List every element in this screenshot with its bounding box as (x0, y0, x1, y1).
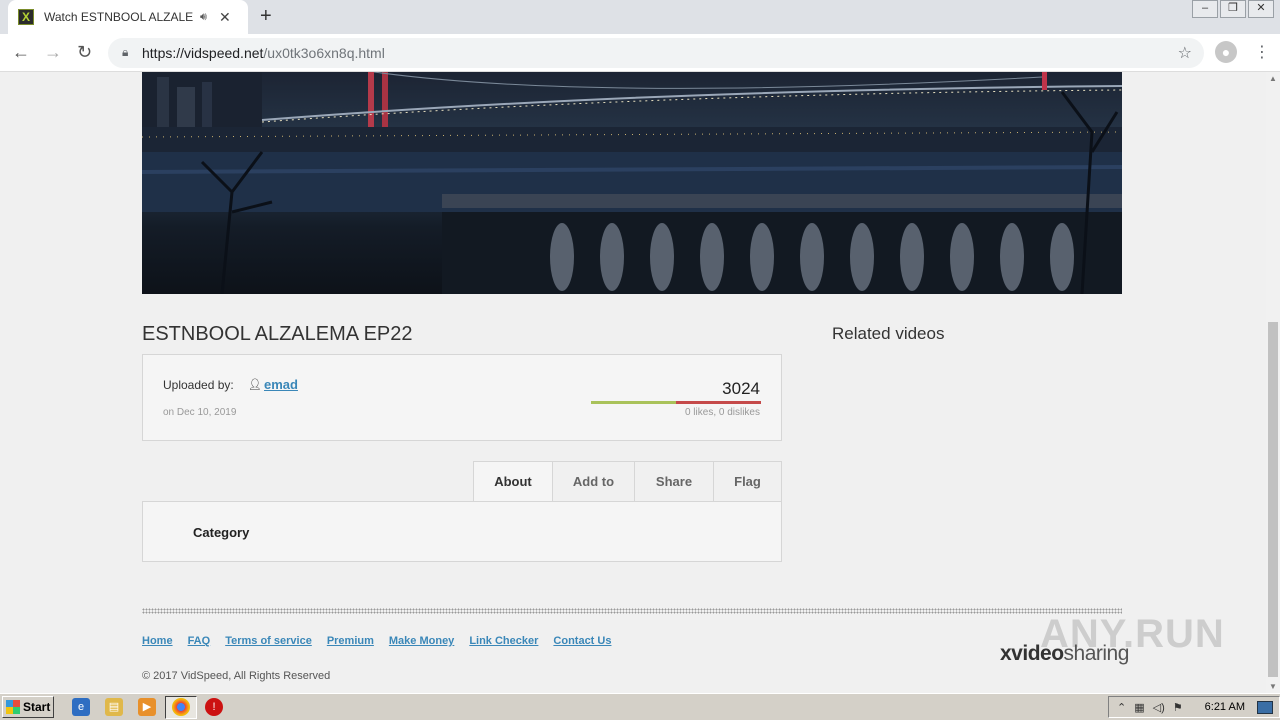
chrome-icon (172, 698, 190, 716)
avatar-icon[interactable]: ● (1215, 41, 1237, 63)
plus-icon[interactable]: + (260, 5, 272, 28)
star-icon[interactable]: ☆ (1178, 43, 1192, 63)
network-icon[interactable]: ▦ (1134, 701, 1144, 714)
tab-flag[interactable]: Flag (713, 461, 782, 502)
related-videos-heading: Related videos (832, 324, 945, 343)
x-logo-icon: X (18, 9, 34, 25)
arrow-right-icon[interactable]: → (44, 42, 62, 63)
rating-bar (591, 401, 761, 404)
media-player-icon[interactable]: ▶ (138, 698, 156, 716)
copyright-text: © 2017 VidSpeed, All Rights Reserved (142, 670, 331, 682)
brand-logo[interactable]: xvideosharing (1000, 642, 1129, 666)
windows-logo-icon (6, 700, 20, 714)
uploader-link[interactable]: emad (264, 377, 298, 392)
address-bar[interactable]: 🔒︎ https://vidspeed.net/ux0tk3o6xn8q.htm… (108, 38, 1204, 68)
page-viewport: ESTNBOOL ALZALEMA EP22 Related videos Up… (0, 72, 1266, 693)
reload-icon[interactable]: ↻ (77, 42, 92, 63)
video-frame-image (142, 72, 1122, 294)
browser-toolbar: ← → ↻ 🔒︎ https://vidspeed.net/ux0tk3o6xn… (0, 34, 1280, 72)
uploaded-by-label: Uploaded by: (163, 378, 234, 392)
folder-icon[interactable]: ▤ (105, 698, 123, 716)
close-icon[interactable]: ✕ (219, 9, 231, 26)
restore-button[interactable]: ❐ (1220, 0, 1246, 18)
footer-link-faq[interactable]: FAQ (188, 635, 211, 647)
tab-add-to[interactable]: Add to (552, 461, 634, 502)
page-scrollbar[interactable]: ▲ ▼ (1266, 72, 1280, 693)
ie-icon[interactable]: e (72, 698, 90, 716)
view-count: 3024 (722, 379, 760, 398)
category-label: Category (193, 525, 250, 540)
taskbar: Start e ▤ ▶ ! ⌃ ▦ ◁) ⚑ 6:21 AM (0, 693, 1280, 720)
user-icon: 👤︎ (248, 379, 262, 391)
scroll-thumb[interactable] (1268, 322, 1278, 677)
lock-icon: 🔒︎ (122, 45, 129, 59)
footer-divider (142, 608, 1122, 614)
flag-icon[interactable]: ⚑ (1173, 701, 1183, 714)
minimize-button[interactable]: – (1192, 0, 1218, 18)
video-tabs: About Add to Share Flag (473, 461, 782, 502)
tab-share[interactable]: Share (634, 461, 713, 502)
footer-link-terms[interactable]: Terms of service (225, 635, 312, 647)
chevron-up-icon[interactable]: ⌃ (1117, 701, 1126, 714)
arrow-left-icon[interactable]: ← (12, 42, 30, 63)
footer-link-home[interactable]: Home (142, 635, 173, 647)
video-player[interactable] (142, 72, 1122, 294)
footer-link-make-money[interactable]: Make Money (389, 635, 454, 647)
rating-bar-likes (591, 401, 676, 404)
url-text: https://vidspeed.net/ux0tk3o6xn8q.html (142, 45, 385, 61)
kebab-icon[interactable]: ⋮ (1254, 42, 1270, 62)
footer-link-premium[interactable]: Premium (327, 635, 374, 647)
tab-about[interactable]: About (473, 461, 552, 502)
clock: 6:21 AM (1204, 701, 1245, 713)
ratings-text: 0 likes, 0 dislikes (684, 407, 760, 418)
tab-strip: X Watch ESTNBOOL ALZALEMA EP22 - VidSpee… (0, 0, 1280, 34)
footer-links: Home FAQ Terms of service Premium Make M… (142, 635, 626, 647)
volume-icon[interactable]: ◁) (1153, 701, 1165, 714)
browser-tab[interactable]: X Watch ESTNBOOL ALZALEMA EP22 - VidSpee… (8, 0, 248, 34)
url-path: /ux0tk3o6xn8q.html (263, 45, 385, 61)
close-window-button[interactable]: ✕ (1248, 0, 1274, 18)
speaker-icon[interactable]: 🔊︎ (200, 11, 207, 24)
upload-date: on Dec 10, 2019 (163, 407, 237, 418)
tab-title: Watch ESTNBOOL ALZALEMA EP22 - VidSpeed (44, 10, 194, 24)
brand-suffix: sharing (1063, 642, 1130, 665)
footer-link-link-checker[interactable]: Link Checker (469, 635, 538, 647)
brand-prefix: xvideo (1000, 642, 1064, 665)
scroll-up-icon[interactable]: ▲ (1269, 74, 1277, 83)
video-info-box: Uploaded by: 👤︎ emad on Dec 10, 2019 302… (142, 354, 782, 441)
video-title: ESTNBOOL ALZALEMA EP22 (142, 323, 413, 345)
window-controls: – ❐ ✕ (1190, 0, 1274, 18)
footer-link-contact[interactable]: Contact Us (553, 635, 611, 647)
system-tray: ⌃ ▦ ◁) ⚑ 6:21 AM (1108, 696, 1280, 718)
url-domain: https://vidspeed.net (142, 45, 264, 61)
stop-icon[interactable]: ! (205, 698, 223, 716)
start-button[interactable]: Start (2, 696, 54, 718)
start-label: Start (23, 700, 51, 714)
about-panel: Category (142, 501, 782, 562)
show-desktop-icon[interactable] (1257, 701, 1273, 714)
scroll-down-icon[interactable]: ▼ (1269, 682, 1277, 691)
